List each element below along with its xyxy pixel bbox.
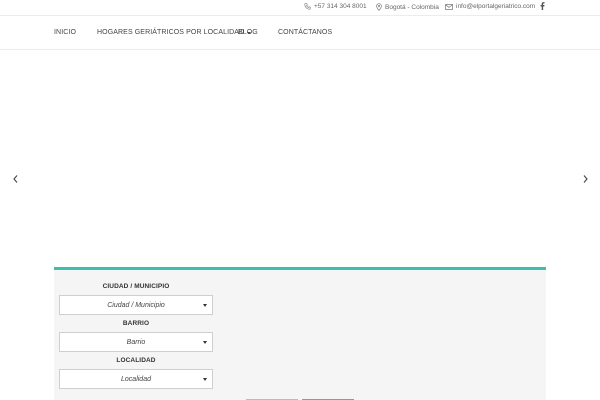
contact-location-text: Bogotá - Colombia [385, 3, 439, 11]
ciudad-select-value: Ciudad / Municipio [107, 301, 165, 309]
contact-email-text: info@elportalgeriatrico.com [456, 3, 536, 10]
localidad-select-value: Localidad [121, 375, 151, 383]
dropdown-arrow-icon [203, 378, 207, 381]
top-contact-bar: +57 314 304 8001 Bogotá - Colombia info@… [0, 0, 600, 16]
nav-item-blog[interactable]: BLOG [238, 29, 258, 36]
ciudad-label: CIUDAD / MUNICIPIO [102, 283, 170, 290]
chevron-left-icon [12, 175, 17, 183]
barrio-select-value: Barrio [126, 338, 146, 346]
slider-next-button[interactable] [580, 174, 590, 184]
contact-email[interactable]: info@elportalgeriatrico.com [445, 3, 535, 10]
nav-item-inicio[interactable]: INICIO [54, 29, 76, 36]
map-pin-icon [376, 3, 382, 11]
ciudad-select[interactable]: Ciudad / Municipio [59, 295, 213, 315]
barrio-select[interactable]: Barrio [59, 332, 213, 352]
slider-prev-button[interactable] [10, 174, 20, 184]
chevron-right-icon [583, 175, 588, 183]
contact-location: Bogotá - Colombia [376, 3, 439, 11]
main-navigation: INICIO HOGARES GERIÁTRICOS POR LOCALIDAD… [0, 16, 600, 50]
contact-phone[interactable]: +57 314 304 8001 [304, 3, 367, 10]
phone-icon [304, 3, 311, 10]
contact-phone-text: +57 314 304 8001 [314, 3, 367, 10]
dropdown-arrow-icon [203, 304, 207, 307]
hero-slider [0, 51, 600, 268]
localidad-select[interactable]: Localidad [59, 369, 213, 389]
facebook-link[interactable] [540, 2, 548, 10]
dropdown-arrow-icon [203, 341, 207, 344]
nav-item-hogares-label: HOGARES GERIÁTRICOS POR LOCALIDAD [97, 29, 245, 36]
barrio-label: BARRIO [122, 320, 150, 327]
nav-item-contactanos[interactable]: CONTÁCTANOS [278, 29, 332, 36]
facebook-icon [540, 2, 545, 10]
search-panel: CIUDAD / MUNICIPIO Ciudad / Municipio BA… [54, 267, 546, 400]
nav-item-hogares[interactable]: HOGARES GERIÁTRICOS POR LOCALIDAD [97, 29, 252, 36]
localidad-label: LOCALIDAD [116, 357, 156, 364]
mail-icon [445, 3, 453, 10]
